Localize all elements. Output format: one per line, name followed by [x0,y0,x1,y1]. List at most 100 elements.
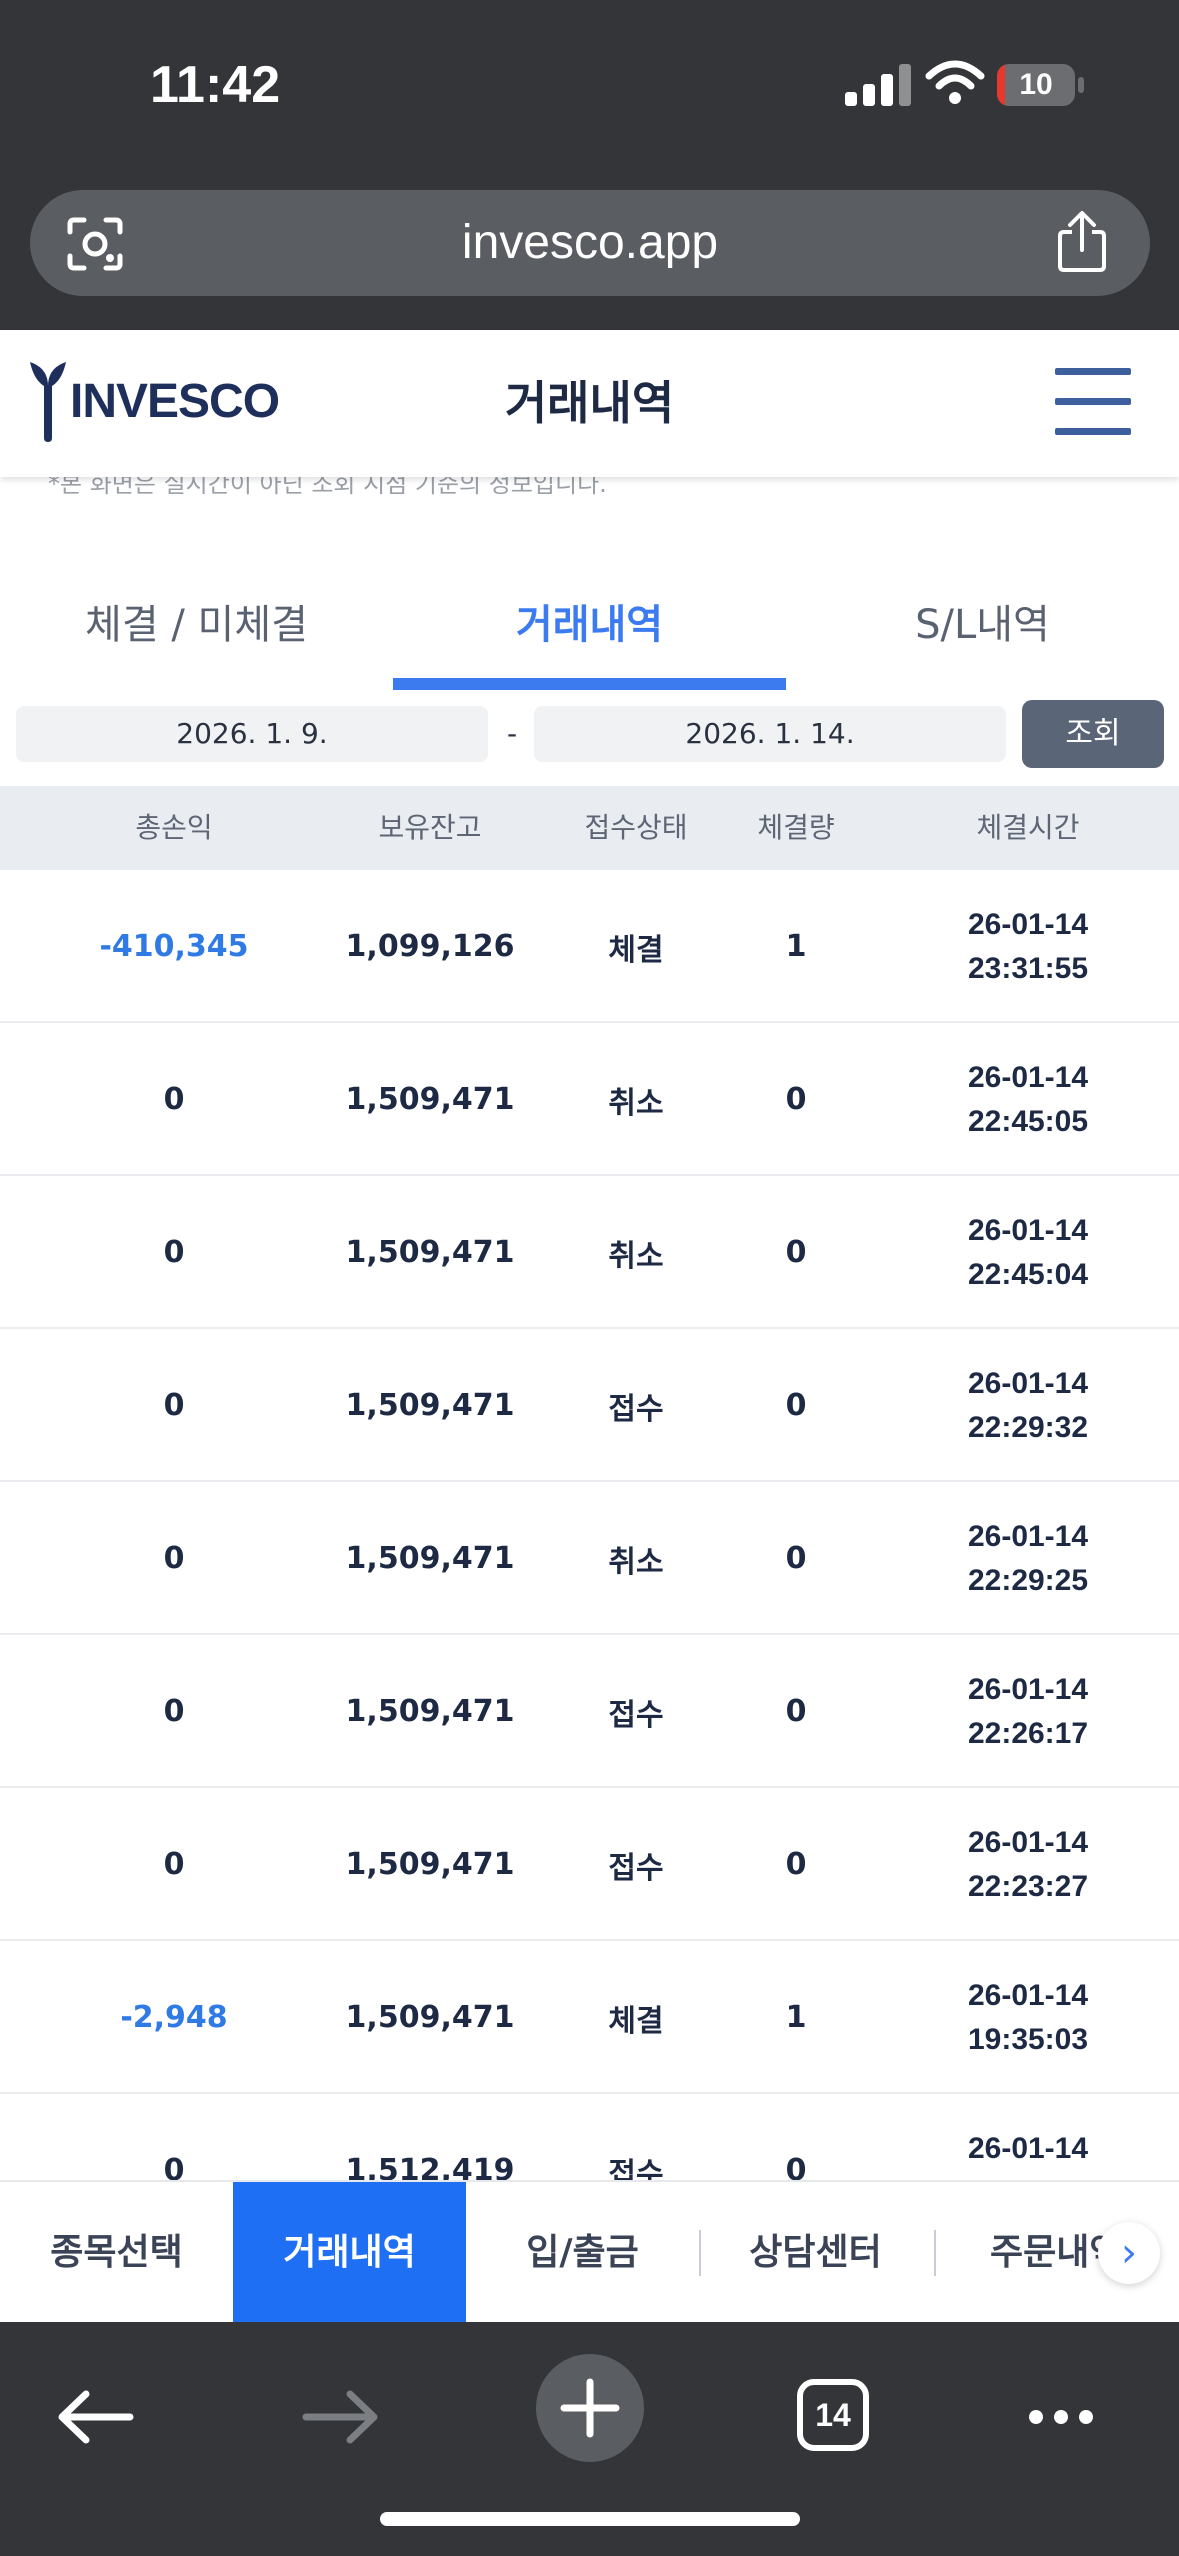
header-fill-time: 체결시간 [976,811,1080,844]
table-row: -410,345 1,099,126 체결 1 26-01-14 23:31:55 [0,870,1179,1023]
cell-fill-time: 26-01-14 23:31:55 [880,870,1176,1023]
fill-clock-time: 22:45:05 [967,1104,1089,1138]
cell-balance: 1,509,471 [345,1388,515,1423]
fill-date: 26-01-14 [967,1978,1089,2012]
cell-total-pnl: 0 [163,1541,185,1576]
fill-clock-time: 19:35:03 [967,2022,1089,2056]
date-filter: 2026. 1. 9. - 2026. 1. 14. 조회 [0,700,1179,770]
cell-fill-time: 26-01-14 22:23:27 [880,1788,1176,1941]
cellular-signal-icon [845,62,915,106]
fill-date: 26-01-14 [967,1672,1089,1706]
nav-item-stock-select[interactable]: 종목선택 [0,2182,233,2322]
cell-quantity: 0 [785,2153,807,2180]
bottom-nav: 종목선택 거래내역 입/출금 상담센터 주문내역 › [0,2180,1179,2322]
hamburger-menu-icon[interactable] [1055,366,1131,438]
fill-date: 26-01-14 [967,1213,1089,1247]
fill-clock-time: 22:26:17 [967,1716,1089,1750]
fill-clock-time: 22:29:32 [967,1410,1089,1444]
page-title: 거래내역 [504,376,675,430]
fill-clock-time: 22:45:04 [967,1257,1089,1291]
tab-filled-unfilled[interactable]: 체결 / 미체결 [0,580,393,690]
tab-trade-history[interactable]: 거래내역 [393,580,786,690]
table-row: 0 1,509,471 접수 0 26-01-14 22:26:17 [0,1635,1179,1788]
search-button[interactable]: 조회 [1022,700,1164,768]
fill-date: 26-01-14 [967,1060,1089,1094]
table-row: 0 1,509,471 취소 0 26-01-14 22:45:04 [0,1176,1179,1329]
cell-total-pnl: -410,345 [99,929,249,964]
end-date-field[interactable]: 2026. 1. 14. [534,706,1006,762]
tab-active-indicator [393,678,786,690]
start-date-field[interactable]: 2026. 1. 9. [16,706,488,762]
tab-sl-history[interactable]: S/L내역 [786,580,1179,690]
cell-total-pnl: 0 [163,2153,185,2180]
fill-date: 26-01-14 [967,2131,1089,2165]
cell-fill-time: 26-01-14 19:34:57 [880,2094,1176,2181]
fill-date: 26-01-14 [967,1366,1089,1400]
cell-total-pnl: 0 [163,1235,185,1270]
fill-clock-time: 22:23:27 [967,1869,1089,1903]
cell-quantity: 0 [785,1541,807,1576]
url-text[interactable]: invesco.app [30,190,1150,296]
cell-balance: 1,509,471 [345,1082,515,1117]
cell-fill-time: 26-01-14 22:45:04 [880,1176,1176,1329]
tab-count: 14 [815,2397,851,2433]
table-row: 0 1,509,471 접수 0 26-01-14 22:29:32 [0,1329,1179,1482]
wifi-icon [925,60,985,104]
more-icon[interactable] [1006,2362,1116,2472]
forward-arrow-icon[interactable] [286,2362,396,2472]
cell-quantity: 0 [785,1082,807,1117]
cell-fill-time: 26-01-14 22:29:25 [880,1482,1176,1635]
share-icon[interactable] [1054,210,1110,274]
page: 11:42 10 invesco.app INVESCO 거래내역 *본 화면은… [0,0,1179,2556]
cell-total-pnl: -2,948 [120,2000,228,2035]
chevron-right-icon[interactable]: › [1098,2222,1160,2284]
cell-balance: 1,512,419 [345,2153,515,2180]
status-bar: 11:42 10 invesco.app [0,0,1179,330]
status-time: 11:42 [150,56,281,114]
new-tab-plus-icon[interactable] [534,2352,646,2464]
cell-quantity: 0 [785,1388,807,1423]
table-header: 총손익 보유잔고 접수상태 체결량 체결시간 [0,786,1179,870]
cell-balance: 1,509,471 [345,1694,515,1729]
tab-bar: 체결 / 미체결 거래내역 S/L내역 [0,580,1179,690]
cell-fill-time: 26-01-14 22:26:17 [880,1635,1176,1788]
table-row: -2,948 1,509,471 체결 1 26-01-14 19:35:03 [0,1941,1179,2094]
table-row: 0 1,509,471 취소 0 26-01-14 22:29:25 [0,1482,1179,1635]
fill-date: 26-01-14 [967,1825,1089,1859]
table-row: 01,512,419접수026-01-1419:34:57 [0,2094,1179,2181]
battery-indicator: 10 [997,64,1075,106]
nav-item-deposit-withdraw[interactable]: 입/출금 [466,2182,699,2322]
fill-date: 26-01-14 [967,907,1089,941]
cell-balance: 1,099,126 [345,929,515,964]
home-indicator [380,2512,800,2526]
cell-quantity: 1 [785,2000,807,2035]
nav-item-trade-history[interactable]: 거래내역 [233,2182,466,2322]
cell-total-pnl: 0 [163,1082,185,1117]
table-body: -410,345 1,099,126 체결 1 26-01-14 23:31:55 0 1,5… [0,870,1179,2180]
table-row: 0 1,509,471 접수 0 26-01-14 22:23:27 [0,1788,1179,1941]
cell-fill-time: 26-01-14 19:35:03 [880,1941,1176,2094]
header-total-pnl: 총손익 [135,811,213,844]
cell-quantity: 1 [785,929,807,964]
cell-balance: 1,509,471 [345,1541,515,1576]
battery-level: 10 [1019,68,1053,101]
header-quantity: 체결량 [757,811,835,844]
fill-clock-time: 23:31:55 [967,951,1089,985]
cell-fill-time: 26-01-14 22:29:32 [880,1329,1176,1482]
cell-balance: 1,509,471 [345,1235,515,1270]
cell-balance: 1,509,471 [345,2000,515,2035]
cell-total-pnl: 0 [163,1388,185,1423]
battery-cap [1078,77,1084,93]
cell-quantity: 0 [785,1235,807,1270]
fill-clock-time: 19:34:57 [968,2171,1088,2181]
nav-item-support-center[interactable]: 상담센터 [699,2182,932,2322]
cell-total-pnl: 0 [163,1847,185,1882]
cell-total-pnl: 0 [163,1694,185,1729]
app-header: INVESCO 거래내역 [0,330,1179,477]
tabs-icon[interactable]: 14 [778,2362,888,2472]
header-balance: 보유잔고 [378,811,482,844]
cell-quantity: 0 [785,1694,807,1729]
back-arrow-icon[interactable] [40,2362,150,2472]
url-bar[interactable]: invesco.app [30,190,1150,296]
cell-fill-time: 26-01-14 22:45:05 [880,1023,1176,1176]
